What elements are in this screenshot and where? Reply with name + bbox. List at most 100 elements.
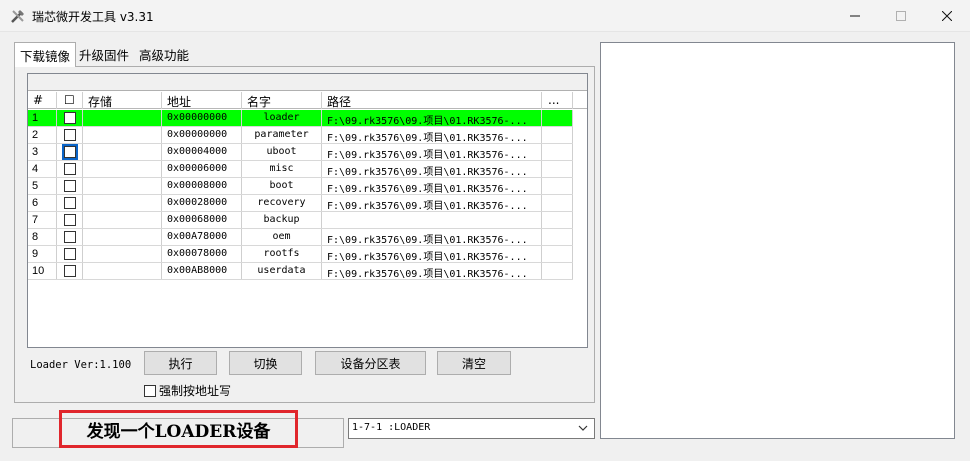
row-name: loader [242, 110, 322, 126]
row-checkbox-cell[interactable] [57, 229, 83, 245]
col-address-header[interactable]: 地址 [162, 92, 242, 109]
row-checkbox-cell[interactable] [57, 110, 83, 126]
row-name: rootfs [242, 246, 322, 262]
table-row[interactable]: 3 0x00004000 uboot F:\09.rk3576\09.项目\01.RK… [28, 144, 573, 161]
row-more[interactable] [542, 212, 573, 228]
row-checkbox[interactable] [64, 265, 76, 277]
row-storage [83, 161, 162, 177]
row-path[interactable]: F:\09.rk3576\09.项目\01.RK3576-... [322, 263, 542, 279]
row-checkbox-cell[interactable] [57, 178, 83, 194]
row-storage [83, 178, 162, 194]
row-name: recovery [242, 195, 322, 211]
row-name: oem [242, 229, 322, 245]
row-more[interactable] [542, 161, 573, 177]
table-row[interactable]: 7 0x00068000 backup [28, 212, 573, 229]
row-checkbox[interactable] [62, 144, 78, 160]
row-checkbox[interactable] [64, 112, 76, 124]
force-address-checkbox-box[interactable] [144, 384, 156, 397]
partition-table[interactable]: # ☐ 存储 地址 名字 路径 ... 1 0x00000000 loader F:\… [27, 73, 588, 348]
col-name-header[interactable]: 名字 [242, 92, 322, 109]
table-row[interactable]: 9 0x00078000 rootfs F:\09.rk3576\09.项目\01.R… [28, 246, 573, 263]
row-path[interactable]: F:\09.rk3576\09.项目\01.RK3576-... [322, 161, 542, 177]
row-checkbox-cell[interactable] [57, 144, 83, 160]
device-status: 发现一个LOADER设备 [59, 410, 298, 448]
tab-advanced[interactable]: 高级功能 [134, 42, 194, 66]
table-row[interactable]: 4 0x00006000 misc F:\09.rk3576\09.项目\01.RK3… [28, 161, 573, 178]
tab-download-image[interactable]: 下载镜像 [14, 42, 77, 67]
row-name: parameter [242, 127, 322, 143]
row-number: 4 [28, 161, 57, 177]
minimize-button[interactable] [832, 0, 878, 32]
row-path[interactable] [322, 212, 542, 228]
loader-version: Loader Ver:1.100 [30, 359, 132, 371]
col-more-header[interactable]: ... [542, 92, 573, 109]
force-address-write-checkbox[interactable]: 强制按地址写 [144, 382, 231, 399]
row-checkbox[interactable] [64, 180, 76, 192]
row-checkbox-cell[interactable] [57, 246, 83, 262]
row-more[interactable] [542, 127, 573, 143]
row-checkbox-cell[interactable] [57, 263, 83, 279]
row-checkbox-cell[interactable] [57, 212, 83, 228]
table-row[interactable]: 2 0x00000000 parameter F:\09.rk3576\09.项目\0… [28, 127, 573, 144]
title-bar: 瑞芯微开发工具 v3.31 [0, 0, 970, 32]
row-path[interactable]: F:\09.rk3576\09.项目\01.RK3576-... [322, 229, 542, 245]
row-checkbox[interactable] [64, 129, 76, 141]
tab-upgrade-firmware[interactable]: 升级固件 [74, 42, 134, 66]
row-checkbox[interactable] [64, 214, 76, 226]
row-address: 0x00AB8000 [162, 263, 242, 279]
row-more[interactable] [542, 178, 573, 194]
row-address: 0x00000000 [162, 127, 242, 143]
row-checkbox-cell[interactable] [57, 127, 83, 143]
clear-button[interactable]: 清空 [437, 351, 511, 375]
row-address: 0x00A78000 [162, 229, 242, 245]
row-checkbox-cell[interactable] [57, 195, 83, 211]
row-more[interactable] [542, 263, 573, 279]
table-row[interactable]: 10 0x00AB8000 userdata F:\09.rk3576\09.项目\0… [28, 263, 573, 280]
row-checkbox[interactable] [64, 163, 76, 175]
row-storage [83, 212, 162, 228]
row-more[interactable] [542, 144, 573, 160]
row-path[interactable]: F:\09.rk3576\09.项目\01.RK3576-... [322, 178, 542, 194]
row-path[interactable]: F:\09.rk3576\09.项目\01.RK3576-... [322, 246, 542, 262]
table-row[interactable]: 6 0x00028000 recovery F:\09.rk3576\09.项目\01… [28, 195, 573, 212]
minimize-icon [850, 15, 860, 17]
log-output[interactable] [600, 42, 955, 439]
row-number: 8 [28, 229, 57, 245]
partition-table-button[interactable]: 设备分区表 [315, 351, 426, 375]
row-number: 7 [28, 212, 57, 228]
table-row[interactable]: 5 0x00008000 boot F:\09.rk3576\09.项目\01.RK3… [28, 178, 573, 195]
row-storage [83, 127, 162, 143]
maximize-button[interactable] [878, 0, 924, 32]
table-top-bar [28, 74, 587, 91]
row-number: 1 [28, 110, 57, 126]
run-button[interactable]: 执行 [144, 351, 217, 375]
close-button[interactable] [924, 0, 970, 32]
close-icon [942, 11, 952, 21]
row-more[interactable] [542, 229, 573, 245]
row-more[interactable] [542, 246, 573, 262]
row-more[interactable] [542, 110, 573, 126]
col-num-header[interactable]: # [28, 92, 57, 109]
row-checkbox[interactable] [64, 197, 76, 209]
row-number: 2 [28, 127, 57, 143]
row-path[interactable]: F:\09.rk3576\09.项目\01.RK3576-... [322, 110, 542, 126]
row-path[interactable]: F:\09.rk3576\09.项目\01.RK3576-... [322, 144, 542, 160]
table-row[interactable]: 1 0x00000000 loader F:\09.rk3576\09.项目\01.R… [28, 110, 573, 127]
switch-button[interactable]: 切换 [229, 351, 302, 375]
row-number: 5 [28, 178, 57, 194]
row-more[interactable] [542, 195, 573, 211]
row-address: 0x00028000 [162, 195, 242, 211]
row-storage [83, 263, 162, 279]
force-address-label: 强制按地址写 [159, 384, 232, 398]
maximize-icon [896, 11, 906, 21]
row-checkbox[interactable] [64, 231, 76, 243]
row-checkbox-cell[interactable] [57, 161, 83, 177]
table-row[interactable]: 8 0x00A78000 oem F:\09.rk3576\09.项目\01.RK35… [28, 229, 573, 246]
row-path[interactable]: F:\09.rk3576\09.项目\01.RK3576-... [322, 195, 542, 211]
row-path[interactable]: F:\09.rk3576\09.项目\01.RK3576-... [322, 127, 542, 143]
col-path-header[interactable]: 路径 [322, 92, 542, 109]
device-select[interactable]: 1-7-1 :LOADER [348, 418, 595, 439]
row-checkbox[interactable] [64, 248, 76, 260]
col-storage-header[interactable]: 存储 [83, 92, 162, 109]
col-check-header[interactable]: ☐ [57, 92, 83, 109]
